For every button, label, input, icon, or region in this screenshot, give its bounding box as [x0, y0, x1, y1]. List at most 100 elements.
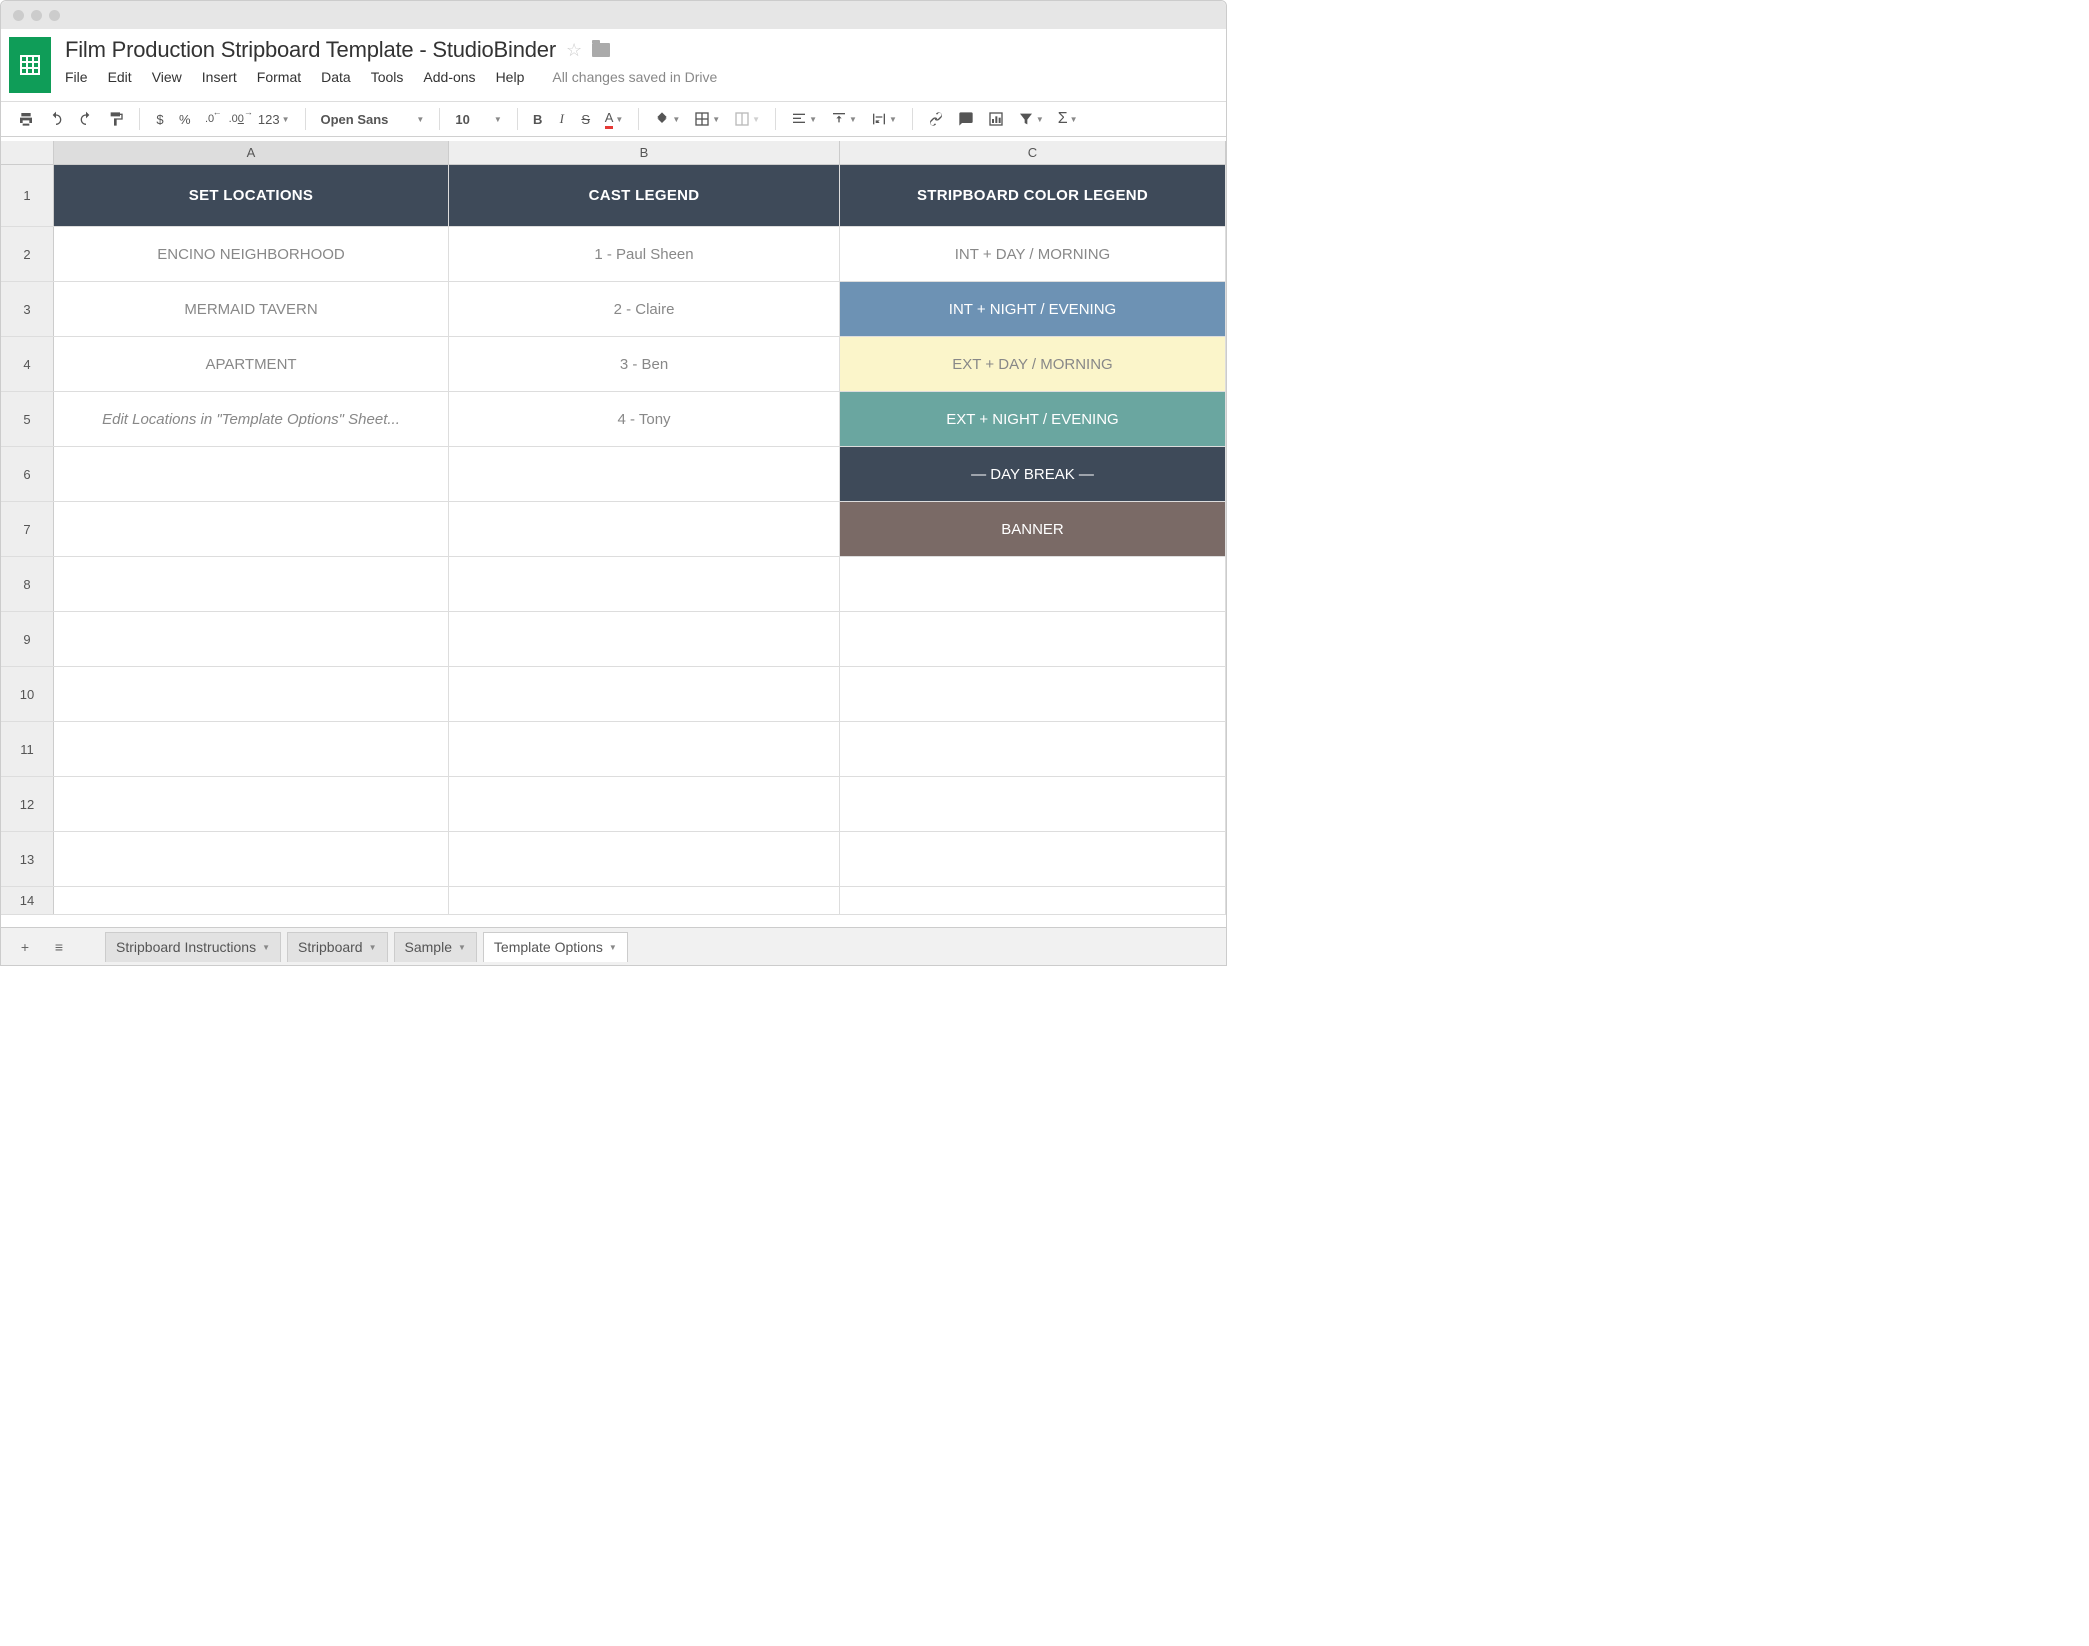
- cell-c12[interactable]: [840, 777, 1226, 831]
- cell-c11[interactable]: [840, 722, 1226, 776]
- row-header[interactable]: 14: [1, 887, 54, 914]
- cell-c13[interactable]: [840, 832, 1226, 886]
- insert-link-icon[interactable]: [923, 107, 949, 131]
- menu-format[interactable]: Format: [257, 69, 301, 85]
- cell-c14[interactable]: [840, 887, 1226, 914]
- menu-view[interactable]: View: [152, 69, 182, 85]
- cell-c1[interactable]: STRIPBOARD COLOR LEGEND: [840, 165, 1226, 226]
- folder-icon[interactable]: [592, 43, 610, 57]
- row-header[interactable]: 7: [1, 502, 54, 556]
- document-title[interactable]: Film Production Stripboard Template - St…: [65, 37, 556, 63]
- cell-a6[interactable]: [54, 447, 449, 501]
- more-formats[interactable]: 123▼: [253, 108, 295, 131]
- cell-a2[interactable]: ENCINO NEIGHBORHOOD: [54, 227, 449, 281]
- print-icon[interactable]: [13, 107, 39, 131]
- select-all-corner[interactable]: [1, 141, 54, 164]
- row-header[interactable]: 10: [1, 667, 54, 721]
- menu-addons[interactable]: Add-ons: [423, 69, 475, 85]
- borders-icon[interactable]: ▼: [689, 107, 725, 131]
- cell-c9[interactable]: [840, 612, 1226, 666]
- cell-a1[interactable]: SET LOCATIONS: [54, 165, 449, 226]
- insert-chart-icon[interactable]: [983, 107, 1009, 131]
- menu-insert[interactable]: Insert: [202, 69, 237, 85]
- menu-data[interactable]: Data: [321, 69, 351, 85]
- cell-b3[interactable]: 2 - Claire: [449, 282, 840, 336]
- row-header[interactable]: 12: [1, 777, 54, 831]
- menu-tools[interactable]: Tools: [371, 69, 404, 85]
- horizontal-align-icon[interactable]: ▼: [786, 107, 822, 131]
- cell-c3[interactable]: INT + NIGHT / EVENING: [840, 282, 1226, 336]
- add-sheet-button[interactable]: +: [11, 939, 39, 955]
- row-header[interactable]: 3: [1, 282, 54, 336]
- cell-b6[interactable]: [449, 447, 840, 501]
- cell-b1[interactable]: CAST LEGEND: [449, 165, 840, 226]
- cell-a4[interactable]: APARTMENT: [54, 337, 449, 391]
- row-header[interactable]: 11: [1, 722, 54, 776]
- filter-icon[interactable]: ▼: [1013, 107, 1049, 131]
- sheet-tab-stripboard[interactable]: Stripboard▼: [287, 932, 388, 962]
- sheet-tab-template-options[interactable]: Template Options▼: [483, 932, 628, 962]
- bold-button[interactable]: B: [528, 108, 548, 131]
- column-header-b[interactable]: B: [449, 141, 840, 164]
- cell-b2[interactable]: 1 - Paul Sheen: [449, 227, 840, 281]
- cell-a13[interactable]: [54, 832, 449, 886]
- row-header[interactable]: 2: [1, 227, 54, 281]
- close-dot[interactable]: [13, 10, 24, 21]
- cell-b8[interactable]: [449, 557, 840, 611]
- cell-a7[interactable]: [54, 502, 449, 556]
- vertical-align-icon[interactable]: ▼: [826, 107, 862, 131]
- cell-b9[interactable]: [449, 612, 840, 666]
- row-header[interactable]: 13: [1, 832, 54, 886]
- menu-file[interactable]: File: [65, 69, 88, 85]
- cell-b13[interactable]: [449, 832, 840, 886]
- star-icon[interactable]: ☆: [566, 40, 582, 61]
- all-sheets-button[interactable]: ≡: [45, 939, 73, 955]
- cell-c2[interactable]: INT + DAY / MORNING: [840, 227, 1226, 281]
- increase-decimal[interactable]: .00→: [224, 109, 249, 129]
- cell-c7[interactable]: BANNER: [840, 502, 1226, 556]
- text-wrap-icon[interactable]: ▼: [866, 107, 902, 131]
- cell-c10[interactable]: [840, 667, 1226, 721]
- cell-c4[interactable]: EXT + DAY / MORNING: [840, 337, 1226, 391]
- redo-icon[interactable]: [73, 107, 99, 131]
- insert-comment-icon[interactable]: [953, 107, 979, 131]
- row-header[interactable]: 6: [1, 447, 54, 501]
- cell-a5[interactable]: Edit Locations in "Template Options" She…: [54, 392, 449, 446]
- row-header[interactable]: 1: [1, 165, 54, 226]
- menu-help[interactable]: Help: [496, 69, 525, 85]
- menu-edit[interactable]: Edit: [108, 69, 132, 85]
- cell-a10[interactable]: [54, 667, 449, 721]
- cell-c5[interactable]: EXT + NIGHT / EVENING: [840, 392, 1226, 446]
- cell-a3[interactable]: MERMAID TAVERN: [54, 282, 449, 336]
- font-family-select[interactable]: Open Sans▼: [316, 108, 430, 131]
- spreadsheet-grid[interactable]: A B C 1 SET LOCATIONS CAST LEGEND STRIPB…: [1, 141, 1226, 927]
- cell-b14[interactable]: [449, 887, 840, 914]
- row-header[interactable]: 8: [1, 557, 54, 611]
- italic-button[interactable]: I: [552, 107, 572, 131]
- format-percent[interactable]: %: [174, 108, 196, 131]
- fill-color-icon[interactable]: ▼: [649, 107, 685, 131]
- column-header-a[interactable]: A: [54, 141, 449, 164]
- row-header[interactable]: 5: [1, 392, 54, 446]
- cell-a8[interactable]: [54, 557, 449, 611]
- sheets-logo[interactable]: [9, 37, 51, 93]
- row-header[interactable]: 9: [1, 612, 54, 666]
- functions-icon[interactable]: Σ▼: [1053, 106, 1083, 132]
- cell-b10[interactable]: [449, 667, 840, 721]
- cell-c6[interactable]: — DAY BREAK —: [840, 447, 1226, 501]
- paint-format-icon[interactable]: [103, 107, 129, 131]
- font-size-select[interactable]: 10▼: [450, 108, 506, 131]
- text-color-button[interactable]: A▼: [600, 106, 629, 133]
- sheet-tab-stripboard-instructions[interactable]: Stripboard Instructions▼: [105, 932, 281, 962]
- cell-a12[interactable]: [54, 777, 449, 831]
- column-header-c[interactable]: C: [840, 141, 1226, 164]
- cell-c8[interactable]: [840, 557, 1226, 611]
- row-header[interactable]: 4: [1, 337, 54, 391]
- cell-b4[interactable]: 3 - Ben: [449, 337, 840, 391]
- undo-icon[interactable]: [43, 107, 69, 131]
- merge-cells-icon[interactable]: ▼: [729, 107, 765, 131]
- cell-b12[interactable]: [449, 777, 840, 831]
- cell-b11[interactable]: [449, 722, 840, 776]
- cell-a14[interactable]: [54, 887, 449, 914]
- decrease-decimal[interactable]: .0←: [200, 109, 220, 129]
